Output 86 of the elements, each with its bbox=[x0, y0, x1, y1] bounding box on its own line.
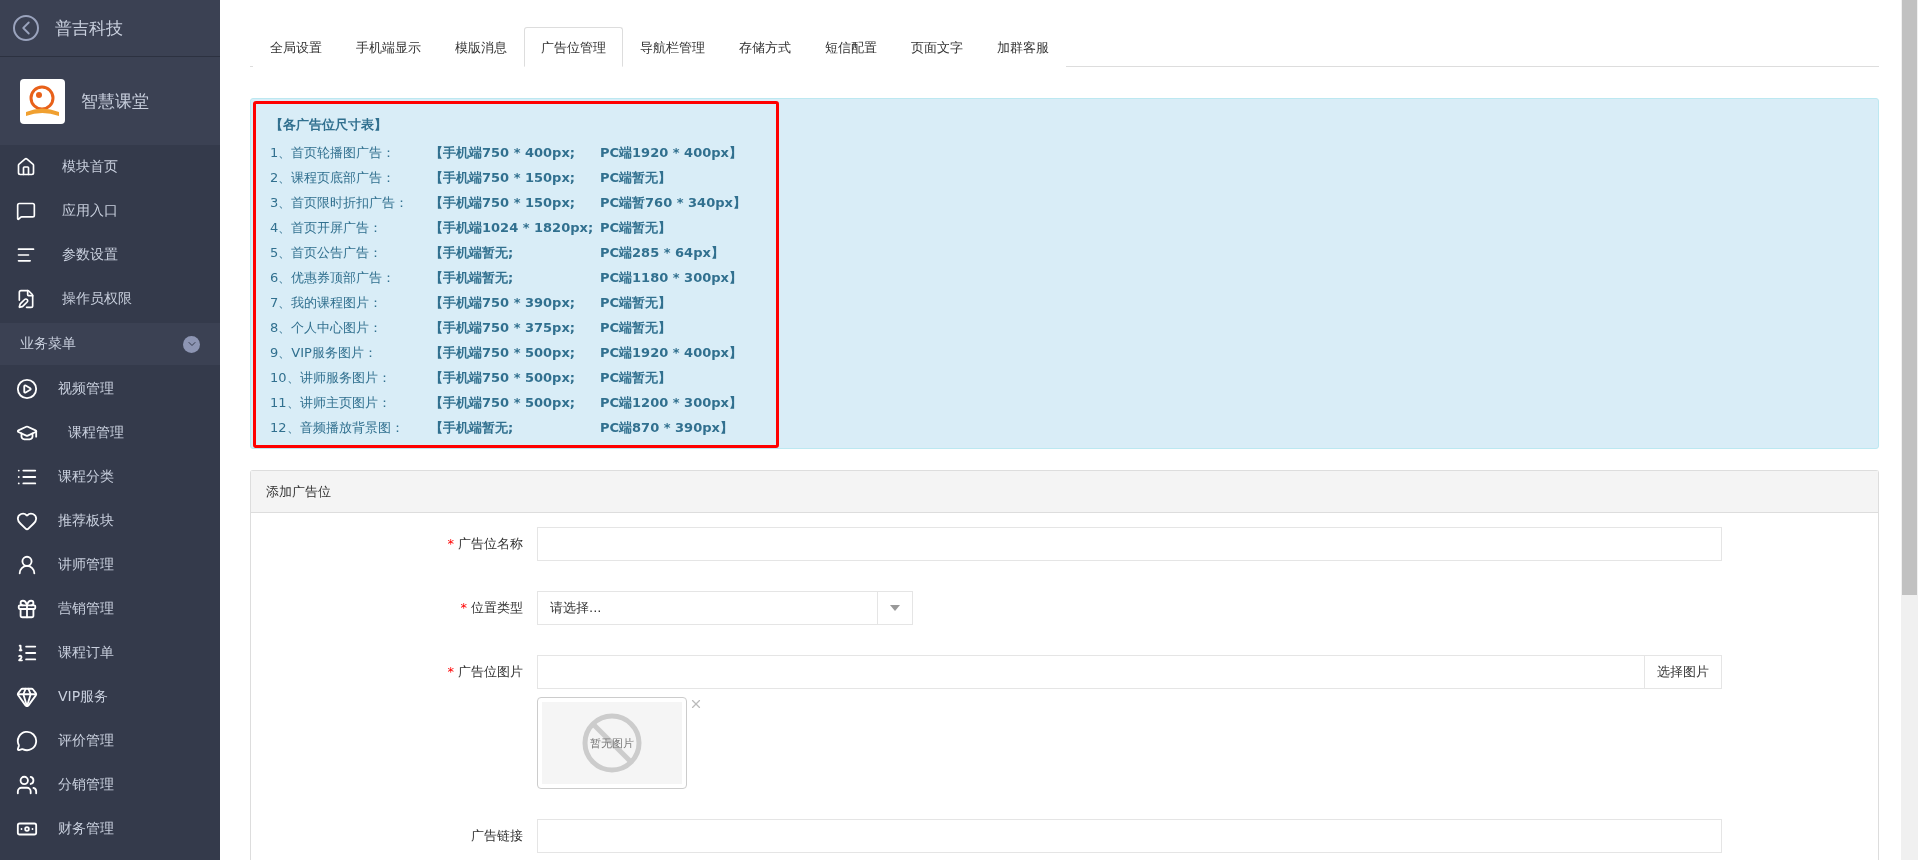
company-title: 普吉科技 bbox=[55, 16, 123, 40]
sidebar-item[interactable]: 分销管理 bbox=[0, 763, 220, 807]
menu-icon bbox=[16, 201, 36, 221]
ad-slot-label: 3、首页限时折扣广告： bbox=[270, 193, 410, 212]
mobile-size: 【手机端750 * 150px; bbox=[430, 168, 576, 187]
pc-size: PC端暂无】 bbox=[600, 168, 673, 187]
pc-size: PC端暂760 * 340px】 bbox=[600, 193, 747, 212]
input-field[interactable] bbox=[537, 819, 1722, 853]
menu-icon bbox=[16, 510, 38, 532]
pc-size: PC端暂无】 bbox=[600, 218, 673, 237]
menu-icon bbox=[16, 554, 38, 576]
mobile-size: 【手机端750 * 500px; bbox=[430, 368, 576, 387]
ad-slot-label: 10、讲师服务图片： bbox=[270, 368, 392, 387]
app-name: 智慧课堂 bbox=[81, 89, 149, 113]
menu-icon bbox=[16, 686, 38, 708]
sidebar-item[interactable]: VIP服务 bbox=[0, 675, 220, 719]
notice-title: 【各广告位尺寸表】 bbox=[270, 117, 387, 132]
ad-slot-label: 1、首页轮播图广告： bbox=[270, 143, 397, 162]
ad-slot-label: 7、我的课程图片： bbox=[270, 293, 384, 312]
pc-size: PC端870 * 390px】 bbox=[600, 418, 734, 437]
sidebar-item[interactable]: 模块首页 bbox=[0, 145, 220, 189]
chevron-down-icon[interactable] bbox=[183, 335, 200, 353]
pc-size: PC端1180 * 300px】 bbox=[600, 268, 743, 287]
pc-size: PC端暂无】 bbox=[600, 293, 673, 312]
menu-icon bbox=[16, 378, 38, 400]
menu-icon bbox=[16, 730, 38, 752]
menu-icon bbox=[16, 642, 38, 664]
no-image-icon bbox=[582, 713, 642, 773]
book-logo-icon bbox=[20, 78, 65, 124]
pc-size: PC端1200 * 300px】 bbox=[600, 393, 743, 412]
pc-size: PC端285 * 64px】 bbox=[600, 243, 725, 262]
no-image-text: 暂无图片 bbox=[590, 735, 634, 751]
scrollbar[interactable] bbox=[1901, 0, 1918, 860]
input-field[interactable] bbox=[537, 527, 1722, 561]
ad-slot-label: 2、课程页底部广告： bbox=[270, 168, 397, 187]
mobile-size: 【手机端暂无; bbox=[430, 268, 515, 287]
sidebar-item[interactable]: 课程订单 bbox=[0, 631, 220, 675]
sidebar-item[interactable]: 课程管理 bbox=[0, 411, 220, 455]
sidebar-item[interactable]: 讲师管理 bbox=[0, 543, 220, 587]
tab[interactable]: 广告位管理 bbox=[524, 27, 623, 67]
ad-slot-label: 12、音频播放背景图： bbox=[270, 418, 405, 437]
sidebar-item[interactable]: 推荐板块 bbox=[0, 499, 220, 543]
ad-slot-label: 6、优惠券顶部广告： bbox=[270, 268, 397, 287]
mobile-size: 【手机端暂无; bbox=[430, 243, 515, 262]
pc-size: PC端1920 * 400px】 bbox=[600, 343, 743, 362]
pc-size: PC端暂无】 bbox=[600, 318, 673, 337]
choose-image-button[interactable]: 选择图片 bbox=[1644, 655, 1722, 689]
back-icon[interactable] bbox=[13, 15, 39, 41]
ad-slot-label: 8、个人中心图片： bbox=[270, 318, 384, 337]
ad-slot-label: 11、讲师主页图片： bbox=[270, 393, 392, 412]
field-label: * 广告位图片 bbox=[446, 663, 523, 681]
sidebar-item[interactable]: 视频管理 bbox=[0, 367, 220, 411]
section-label: 业务菜单 bbox=[20, 335, 76, 353]
mobile-size: 【手机端750 * 375px; bbox=[430, 318, 576, 337]
sidebar-item[interactable]: 操作员权限 bbox=[0, 277, 220, 321]
sidebar-item[interactable]: 课程分类 bbox=[0, 455, 220, 499]
ad-slot-label: 4、首页开屏广告： bbox=[270, 218, 384, 237]
panel-title: 添加广告位 bbox=[266, 482, 331, 501]
mobile-size: 【手机端750 * 390px; bbox=[430, 293, 576, 312]
field-label: * 广告位名称 bbox=[446, 535, 523, 553]
menu-icon bbox=[16, 289, 36, 309]
menu-icon bbox=[16, 598, 38, 620]
menu-icon bbox=[16, 157, 36, 177]
pc-size: PC端1920 * 400px】 bbox=[600, 143, 743, 162]
menu-icon bbox=[16, 245, 36, 265]
mobile-size: 【手机端750 * 400px; bbox=[430, 143, 576, 162]
sidebar-item[interactable]: 参数设置 bbox=[0, 233, 220, 277]
mobile-size: 【手机端750 * 500px; bbox=[430, 343, 576, 362]
ad-slot-label: 5、首页公告广告： bbox=[270, 243, 384, 262]
pc-size: PC端暂无】 bbox=[600, 368, 673, 387]
close-icon[interactable] bbox=[689, 697, 703, 711]
sidebar-item[interactable]: 财务管理 bbox=[0, 807, 220, 851]
sidebar-item[interactable]: 评价管理 bbox=[0, 719, 220, 763]
mobile-size: 【手机端1024 * 1820px; bbox=[430, 218, 595, 237]
menu-icon bbox=[16, 774, 38, 796]
field-label: * 位置类型 bbox=[459, 599, 523, 617]
mobile-size: 【手机端750 * 500px; bbox=[430, 393, 576, 412]
field-label: 广告链接 bbox=[470, 827, 523, 845]
caret-icon bbox=[890, 605, 900, 611]
sidebar-item[interactable]: 应用入口 bbox=[0, 189, 220, 233]
select-field[interactable]: 请选择... bbox=[537, 591, 913, 625]
input-field[interactable] bbox=[537, 655, 1645, 689]
ad-slot-label: 9、VIP服务图片： bbox=[270, 343, 378, 362]
sidebar-item[interactable]: 营销管理 bbox=[0, 587, 220, 631]
mobile-size: 【手机端暂无; bbox=[430, 418, 515, 437]
mobile-size: 【手机端750 * 150px; bbox=[430, 193, 576, 212]
